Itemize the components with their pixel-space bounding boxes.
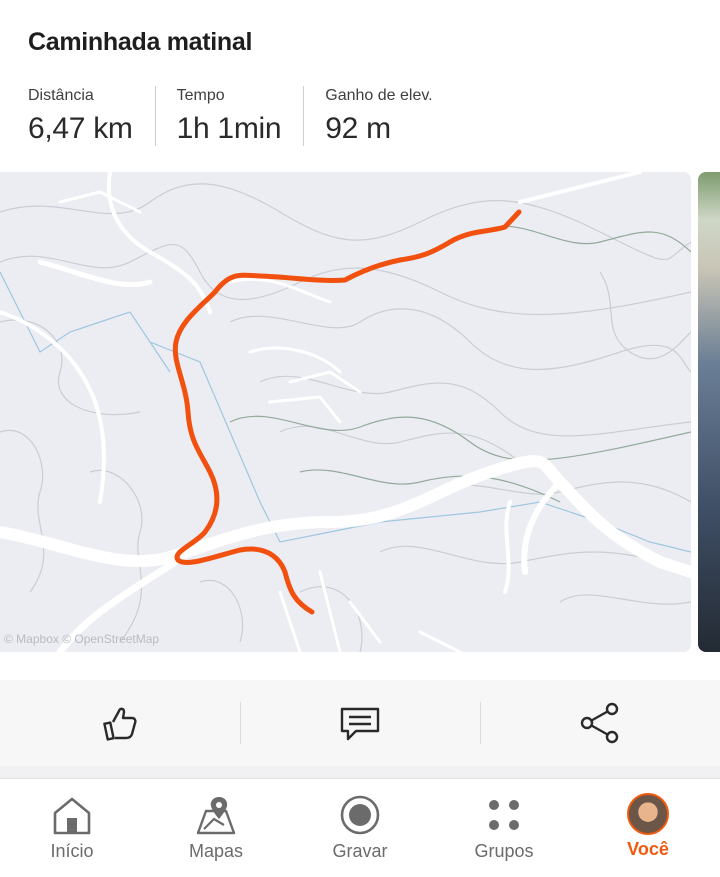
stat-time-label: Tempo <box>176 87 225 104</box>
thumbs-up-icon <box>103 707 137 741</box>
stat-time: Tempo 1h 1min <box>154 86 304 146</box>
stat-distance-label: Distância <box>28 87 94 104</box>
nav-groups-label: Grupos <box>474 841 534 861</box>
stat-elevation-value: 92 m <box>325 112 391 145</box>
activity-photo-thumbnail[interactable] <box>698 172 720 652</box>
avatar <box>627 793 669 835</box>
map-pin-icon <box>196 797 236 835</box>
kudos-button[interactable] <box>0 680 240 766</box>
groups-icon <box>489 800 519 830</box>
stat-elevation: Ganho de elev. 92 m <box>303 86 454 146</box>
comment-button[interactable] <box>240 680 480 766</box>
stat-distance-value: 6,47 km <box>28 112 133 145</box>
nav-maps-label: Mapas <box>188 841 244 861</box>
route-map[interactable]: © Mapbox © OpenStreetMap <box>0 172 691 652</box>
nav-groups[interactable]: Grupos <box>432 779 576 877</box>
map-attribution[interactable]: © Mapbox © OpenStreetMap <box>4 632 159 646</box>
comment-icon <box>340 707 380 741</box>
activity-title: Caminhada matinal <box>28 28 253 56</box>
home-icon <box>53 797 91 835</box>
stat-time-value: 1h 1min <box>176 112 282 145</box>
bottom-navigation: Início Mapas Gravar Grupos Você <box>0 778 720 877</box>
share-button[interactable] <box>480 680 720 766</box>
activity-stats: Distância 6,47 km Tempo 1h 1min Ganho de… <box>28 86 455 146</box>
nav-you[interactable]: Você <box>576 779 720 877</box>
nav-home[interactable]: Início <box>0 779 144 877</box>
nav-you-label: Você <box>627 839 669 859</box>
stat-distance: Distância 6,47 km <box>28 86 155 146</box>
map-canvas <box>0 172 691 652</box>
record-icon <box>340 795 380 835</box>
stat-elevation-label: Ganho de elev. <box>325 87 433 104</box>
activity-action-bar <box>0 680 720 778</box>
share-icon <box>580 702 619 744</box>
nav-maps[interactable]: Mapas <box>144 779 288 877</box>
nav-record[interactable]: Gravar <box>288 779 432 877</box>
nav-home-label: Início <box>50 841 94 861</box>
nav-record-label: Gravar <box>332 841 388 861</box>
